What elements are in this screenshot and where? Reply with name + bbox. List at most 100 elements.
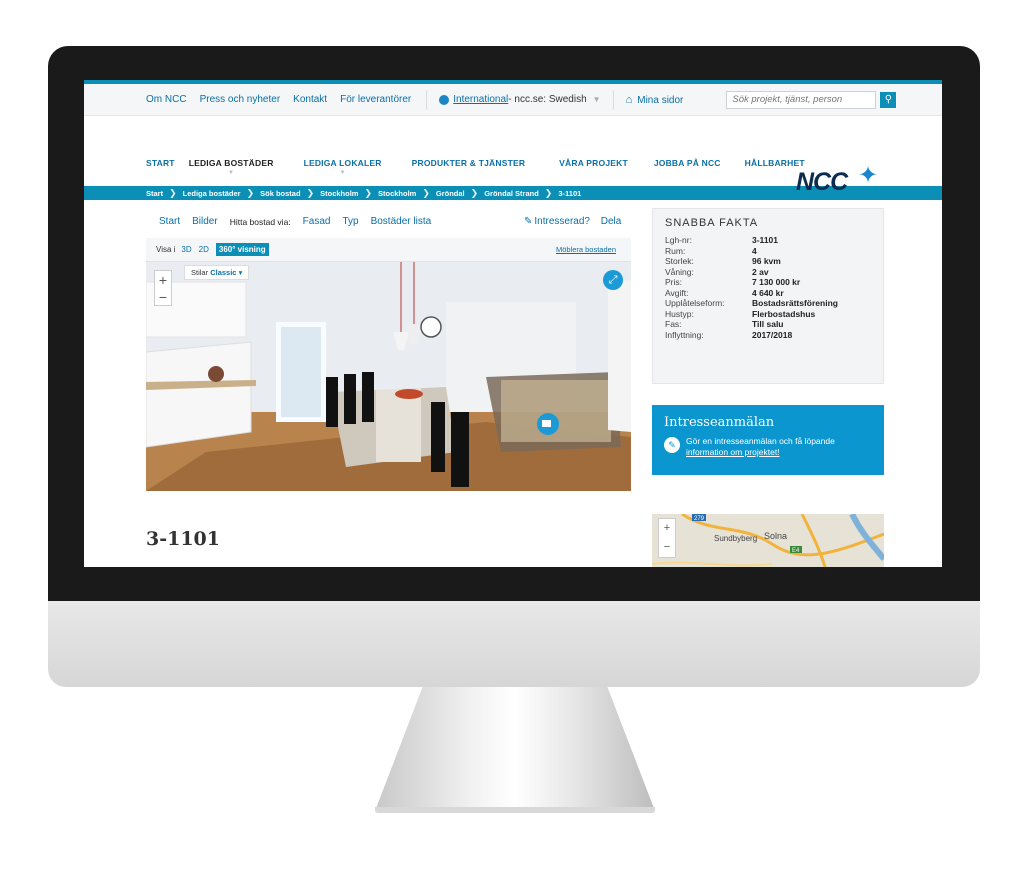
divider (612, 89, 614, 110)
fact-key: Storlek: (665, 256, 694, 266)
map-zoom-controls: + − (658, 518, 676, 558)
nav-produkter[interactable]: PRODUKTER & TJÄNSTER (412, 158, 526, 168)
nav-label: LEDIGA LOKALER (303, 158, 382, 168)
browser-screen: Om NCC Press och nyheter Kontakt För lev… (84, 80, 942, 567)
util-link-kontakt[interactable]: Kontakt (293, 94, 327, 105)
tab-360[interactable]: 360° visning (215, 243, 269, 256)
nav-lediga-bostader[interactable]: LEDIGA BOSTÄDER ▼ (189, 158, 274, 176)
furnish-link[interactable]: Möblera bostaden (556, 245, 616, 254)
fact-key: Våning: (665, 266, 694, 277)
subnav-bilder[interactable]: Bilder (192, 216, 218, 227)
nav-hallbarhet[interactable]: HÅLLBARHET (745, 158, 805, 168)
interest-body: ✎ Gör en intresseanmälan och få löpande … (664, 436, 872, 458)
fact-value: 3-1101 (752, 235, 778, 245)
util-link-press[interactable]: Press och nyheter (200, 94, 281, 105)
location-map[interactable]: 279 Sundbyberg Solna E4 + − (652, 514, 884, 567)
chevron-down-icon: ▼ (228, 170, 235, 176)
my-pages-label: Mina sidor (637, 94, 684, 106)
chevron-down-icon: ▼ (592, 95, 601, 104)
breadcrumb-item[interactable]: Lediga bostäder (183, 189, 241, 198)
nav-start[interactable]: START (146, 158, 175, 168)
subnav-start[interactable]: Start (159, 216, 180, 227)
map-label-sundbyberg: Sundbyberg (714, 534, 757, 543)
fact-value: Bostadsrättsförening (752, 298, 838, 308)
breadcrumb-item[interactable]: Start (146, 189, 163, 198)
breadcrumb-item[interactable]: Stockholm (320, 189, 358, 198)
utility-bar: Om NCC Press och nyheter Kontakt För lev… (84, 84, 942, 116)
util-link-leverantorer[interactable]: För leverantörer (340, 94, 411, 105)
zoom-out-button[interactable]: − (159, 290, 167, 304)
fact-row: Pris: 7 130 000 kr (665, 277, 871, 288)
map-zoom-out[interactable]: − (664, 542, 670, 553)
interested-link[interactable]: Intresserad? (534, 216, 590, 227)
chevron-right-icon: ❯ (364, 187, 372, 198)
style-label: Stilar (191, 268, 209, 277)
breadcrumb-current: 3-1101 (558, 188, 582, 198)
fact-value: 2017/2018 (752, 329, 793, 340)
tab-3d[interactable]: 3D (181, 245, 191, 254)
subnav-typ[interactable]: Typ (342, 216, 358, 227)
fact-row: Fas: Till salu (665, 319, 871, 330)
home-icon: ⌂ (625, 93, 633, 106)
ncc-logo[interactable]: NCC (796, 168, 848, 197)
fact-key: Rum: (665, 245, 686, 256)
fact-row: Inflyttning: 2017/2018 (665, 330, 871, 341)
globe-icon (439, 94, 450, 105)
international-link[interactable]: International (453, 94, 508, 105)
breadcrumb-item[interactable]: Sök bostad (260, 189, 300, 198)
fact-row: Lgh-nr: 3-1101 (665, 235, 871, 246)
fact-row: Storlek: 96 kvm (665, 256, 871, 267)
language-selector[interactable]: International - ncc.se: Swedish ▼ (439, 94, 601, 105)
chevron-right-icon: ❯ (544, 187, 553, 198)
monitor-chin (48, 601, 980, 687)
nav-vara-projekt[interactable]: VÅRA PROJEKT (559, 158, 628, 168)
pencil-icon: ✎ (524, 216, 533, 227)
nav-lediga-lokaler[interactable]: LEDIGA LOKALER ▼ (303, 158, 382, 176)
monitor-stand (375, 687, 655, 815)
viewer-zoom-controls: + − (154, 270, 172, 306)
interest-panel[interactable]: Intresseanmälan ✎ Gör en intresseanmälan… (652, 405, 884, 475)
breadcrumb-item[interactable]: Gröndal (436, 189, 465, 198)
share-link[interactable]: Dela (601, 216, 622, 227)
fact-row: Rum: 4 (665, 246, 871, 257)
chevron-right-icon: ❯ (246, 187, 255, 198)
site-language-label: - ncc.se: Swedish (508, 94, 587, 105)
style-selector[interactable]: Stilar Classic ▾ (184, 265, 250, 280)
road-279-label: 279 (694, 516, 705, 522)
interest-text: Gör en intresseanmälan och få löpande (686, 436, 835, 446)
panorama-viewer[interactable]: + − Stilar Classic ▾ ⤢ (146, 262, 631, 491)
subnav-fasad[interactable]: Fasad (303, 216, 331, 227)
search-button[interactable]: ⚲ (880, 91, 897, 108)
interest-link[interactable]: information om projektet! (686, 447, 780, 457)
chevron-right-icon: ❯ (306, 187, 315, 198)
chevron-right-icon: ❯ (422, 187, 430, 198)
subnav-actions: ✎ Intresserad? Dela (524, 216, 621, 227)
style-value: Classic (210, 268, 237, 277)
breadcrumb-item[interactable]: Stockholm (378, 189, 416, 198)
fact-value: 4 (752, 245, 757, 256)
util-link-om-ncc[interactable]: Om NCC (146, 94, 187, 105)
fact-row: Upplåtelseform: Bostadsrättsförening (665, 298, 871, 309)
subnav-bostader-lista[interactable]: Bostäder lista (371, 216, 432, 227)
interest-title: Intresseanmälan (664, 415, 775, 430)
fact-key: Hustyp: (665, 308, 694, 319)
tab-2d[interactable]: 2D (199, 245, 209, 254)
breadcrumb-item[interactable]: Gröndal Strand (484, 189, 539, 198)
viewer-tabs: Visa i 3D 2D 360° visning Möblera bostad… (146, 238, 631, 262)
map-tiles: 279 Sundbyberg Solna E4 (652, 514, 884, 567)
expand-icon: ⤢ (608, 273, 618, 286)
my-pages-link[interactable]: ⌂ Mina sidor (626, 94, 684, 106)
search-input[interactable] (726, 90, 877, 109)
chevron-down-icon: ▾ (238, 268, 243, 277)
fullscreen-button[interactable]: ⤢ (603, 270, 623, 290)
chevron-right-icon: ❯ (470, 187, 479, 198)
chevron-down-icon: ▼ (339, 170, 346, 176)
nav-jobba[interactable]: JOBBA PÅ NCC (654, 158, 721, 168)
road-e4-label: E4 (792, 548, 800, 554)
map-zoom-in[interactable]: + (664, 523, 670, 534)
zoom-in-button[interactable]: + (159, 273, 167, 287)
fact-value: 7 130 000 kr (752, 277, 801, 287)
fact-value: 4 640 kr (752, 287, 784, 298)
viewer-visa-label: Visa i (156, 245, 176, 254)
fact-row: Hustyp: Flerbostadshus (665, 309, 871, 320)
